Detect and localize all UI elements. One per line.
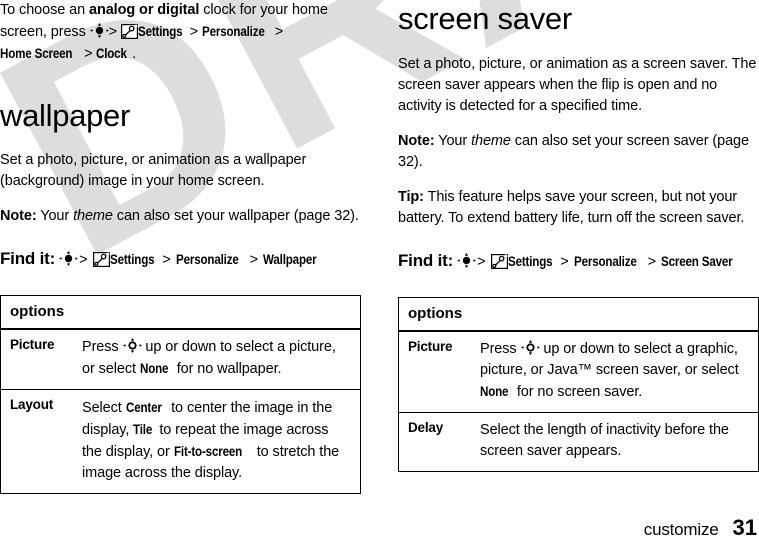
- navigation-key-open-icon: [520, 340, 540, 355]
- intro-bold-term: analog or digital: [89, 2, 200, 18]
- table-header-row: options: [0, 295, 361, 330]
- page-title-screen-saver: screen saver: [398, 1, 572, 36]
- find-it-separator-3: >: [647, 254, 657, 270]
- find-it-label: Find it:: [0, 249, 56, 268]
- note-label: Note:: [398, 133, 435, 149]
- intro-crumb-settings: Settings: [137, 24, 183, 39]
- table-header-row: options: [398, 297, 759, 332]
- table-row: Picture Press up or down to select a pic…: [0, 329, 361, 390]
- note-italic-term: theme: [471, 133, 511, 149]
- find-it-separator-3: >: [249, 252, 259, 268]
- option-desc-delay: Select the length of inactivity before t…: [480, 412, 759, 472]
- option-name-picture: Picture: [398, 331, 480, 413]
- find-it-label: Find it:: [398, 251, 454, 270]
- right-column: screen saver Set a photo, picture, or an…: [398, 0, 759, 472]
- note-text-after: can also set your wallpaper (page 32).: [112, 208, 359, 224]
- wallpaper-description: Set a photo, picture, or animation as a …: [0, 152, 307, 189]
- table-row: Layout Select Center to center the image…: [0, 389, 361, 494]
- option-name-delay: Delay: [398, 412, 480, 472]
- page-title-wallpaper: wallpaper: [0, 98, 130, 133]
- intro-separator-3: >: [274, 24, 284, 40]
- table-row: Picture Press up or down to select a gra…: [398, 331, 759, 413]
- intro-period: .: [132, 46, 137, 62]
- option-name-picture: Picture: [0, 329, 82, 390]
- desc-text-1: Press: [82, 339, 123, 355]
- settings-tools-icon: [490, 254, 508, 270]
- find-it-separator-1: >: [79, 252, 88, 268]
- find-it-crumb-wallpaper: Wallpaper: [263, 252, 317, 267]
- find-it-crumb-settings: Settings: [109, 252, 155, 267]
- ui-term-none: None: [139, 361, 169, 376]
- navigation-key-icon: [457, 253, 477, 268]
- option-desc-picture: Press up or down to select a picture, or…: [82, 329, 361, 390]
- screen-saver-options-table: options Picture Press up or down to sele…: [398, 297, 759, 472]
- tip-label: Tip:: [398, 189, 424, 205]
- intro-crumb-personalize: Personalize: [201, 24, 265, 39]
- find-it-crumb-personalize: Personalize: [573, 254, 637, 269]
- option-desc-picture: Press up or down to select a graphic, pi…: [480, 331, 759, 413]
- desc-text-1: Select: [82, 400, 126, 416]
- find-it-separator-1: >: [477, 254, 486, 270]
- page-footer: customize 31: [644, 515, 757, 541]
- find-it-screen-saver: Find it: > Settings > Personalize > Screen…: [398, 251, 759, 271]
- note-label: Note:: [0, 208, 37, 224]
- ui-term-none: None: [480, 384, 509, 399]
- intro-crumb-clock: Clock: [96, 46, 128, 61]
- ui-term-center: Center: [125, 400, 162, 415]
- manual-page: To choose an analog or digital clock for…: [0, 0, 759, 545]
- find-it-crumb-settings: Settings: [507, 254, 553, 269]
- ui-term-fit-to-screen: Fit-to-screen: [173, 444, 242, 459]
- ui-term-tile: Tile: [133, 422, 153, 437]
- settings-tools-icon: [120, 24, 138, 40]
- note-text-before: Your: [36, 208, 74, 224]
- footer-page-number: 31: [732, 515, 757, 540]
- footer-chapter-label: customize: [643, 520, 719, 539]
- intro-separator-2: >: [189, 24, 199, 40]
- intro-text-before: To choose an: [0, 2, 89, 18]
- navigation-key-icon: [59, 251, 79, 266]
- wallpaper-note: Note: Your theme can also set your wallp…: [0, 206, 361, 227]
- navigation-key-open-icon: [122, 338, 142, 353]
- find-it-crumb-personalize: Personalize: [175, 252, 239, 267]
- desc-text-3: for no wallpaper.: [172, 361, 282, 377]
- home-screen-clock-intro: To choose an analog or digital clock for…: [0, 0, 361, 65]
- find-it-crumb-screen-saver: Screen Saver: [661, 254, 733, 269]
- options-header: options: [0, 295, 361, 330]
- options-header: options: [398, 297, 759, 332]
- find-it-separator-2: >: [162, 252, 171, 268]
- option-desc-layout: Select Center to center the image in the…: [82, 389, 361, 494]
- find-it-separator-2: >: [560, 254, 569, 270]
- wallpaper-options-table: options Picture Press up or down to sele…: [0, 295, 361, 494]
- note-text-before: Your: [434, 133, 472, 149]
- screen-saver-tip: Tip: This feature helps save your screen…: [398, 187, 759, 229]
- intro-separator-1: >: [108, 24, 118, 40]
- screen-saver-note: Note: Your theme can also set your scree…: [398, 131, 759, 173]
- navigation-key-icon: [89, 23, 109, 38]
- tip-text: This feature helps save your screen, but…: [398, 189, 745, 226]
- option-name-layout: Layout: [0, 389, 82, 494]
- left-column: To choose an analog or digital clock for…: [0, 0, 361, 494]
- note-italic-term: theme: [73, 208, 113, 224]
- intro-crumb-home-screen: Home Screen: [0, 46, 73, 61]
- find-it-wallpaper: Find it: > Settings > Personalize > Wallpa…: [0, 249, 361, 269]
- desc-text-3: for no screen saver.: [512, 384, 643, 400]
- screen-saver-description: Set a photo, picture, or animation as a …: [398, 56, 757, 114]
- desc-text-1: Press: [480, 341, 521, 357]
- table-row: Delay Select the length of inactivity be…: [398, 412, 759, 472]
- intro-separator-4: >: [84, 46, 93, 62]
- settings-tools-icon: [92, 252, 110, 268]
